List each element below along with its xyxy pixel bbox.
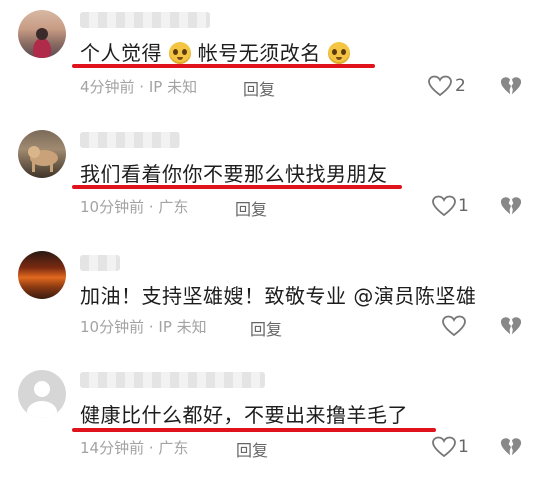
- red-underline: [72, 428, 436, 432]
- comment-text-part: 帐号无须改名: [197, 41, 321, 65]
- username-blurred[interactable]: [80, 372, 265, 388]
- comment-text: 我们看着你你不要那么快找男朋友: [80, 162, 388, 186]
- comment-meta: 10分钟前 · IP 未知: [80, 318, 207, 336]
- comment-meta: 4分钟前 · IP 未知: [80, 78, 198, 96]
- broken-heart-icon[interactable]: [500, 195, 522, 217]
- reply-button[interactable]: 回复: [250, 316, 282, 340]
- broken-heart-icon[interactable]: [500, 315, 522, 337]
- heart-outline-icon[interactable]: [428, 75, 452, 97]
- comment-text-part: 个人觉得: [80, 41, 162, 65]
- pleading-face-emoji: [168, 42, 191, 64]
- default-avatar-icon: [27, 381, 57, 418]
- like-count: 2: [455, 76, 466, 96]
- comment-meta: 14分钟前 · 广东: [80, 439, 189, 457]
- username-blurred[interactable]: [80, 12, 210, 28]
- broken-heart-icon[interactable]: [500, 436, 522, 458]
- avatar[interactable]: [18, 251, 66, 299]
- pleading-face-emoji: [327, 42, 350, 64]
- username-blurred[interactable]: [80, 132, 180, 148]
- comment-text: 个人觉得 帐号无须改名: [80, 37, 350, 66]
- like-count: 1: [458, 196, 469, 216]
- avatar-photo: [33, 28, 51, 58]
- heart-outline-icon[interactable]: [442, 315, 466, 337]
- comment-item: 加油！支持坚雄嫂！致敬专业 @演员陈坚雄 10分钟前 · IP 未知 回复: [0, 245, 551, 365]
- comment-item: 个人觉得 帐号无须改名 4分钟前 · IP 未知 回复 2: [0, 0, 551, 120]
- red-underline: [72, 64, 375, 68]
- comment-item: 我们看着你你不要那么快找男朋友 10分钟前 · 广东 回复 1: [0, 120, 551, 240]
- reply-button[interactable]: 回复: [235, 196, 267, 220]
- comment-item: 健康比什么都好，不要出来撸羊毛了 14分钟前 · 广东 回复 1: [0, 360, 551, 480]
- broken-heart-icon[interactable]: [500, 75, 522, 97]
- username-blurred[interactable]: [80, 255, 120, 271]
- reply-button[interactable]: 回复: [236, 437, 268, 461]
- comment-meta: 10分钟前 · 广东: [80, 198, 189, 216]
- avatar-photo: [28, 146, 58, 172]
- avatar[interactable]: [18, 370, 66, 418]
- reply-button[interactable]: 回复: [243, 76, 275, 100]
- red-underline: [72, 185, 402, 189]
- heart-outline-icon[interactable]: [432, 195, 456, 217]
- like-count: 1: [458, 437, 469, 457]
- heart-outline-icon[interactable]: [432, 436, 456, 458]
- avatar[interactable]: [18, 130, 66, 178]
- avatar[interactable]: [18, 10, 66, 58]
- comment-text: 加油！支持坚雄嫂！致敬专业 @演员陈坚雄: [80, 284, 477, 308]
- comment-text: 健康比什么都好，不要出来撸羊毛了: [80, 403, 408, 427]
